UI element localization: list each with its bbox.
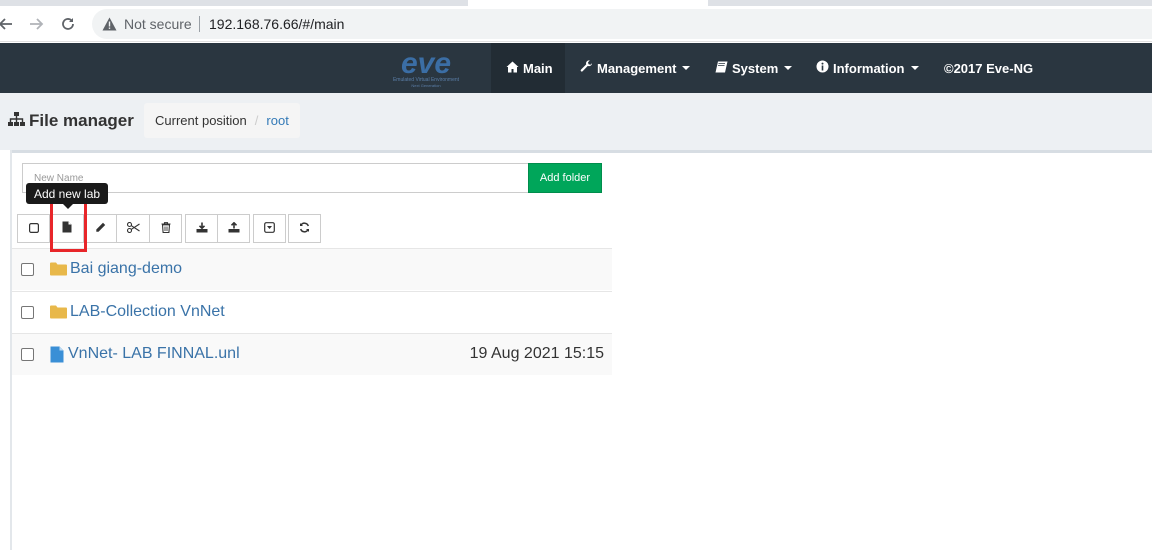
book-icon <box>715 61 732 76</box>
tooltip: Add new lab <box>26 183 109 209</box>
panel-top-border <box>10 150 1152 153</box>
caret-down-icon <box>682 66 691 70</box>
top-navbar: eve Emulated Virtual Environment Next Ge… <box>0 43 1152 93</box>
back-icon[interactable] <box>0 14 16 34</box>
nav-copyright[interactable]: ©2017 Eve-NG <box>944 43 1033 93</box>
home-icon <box>506 61 523 76</box>
nav-item-information[interactable]: Information <box>816 43 919 93</box>
browser-toolbar: Not secure 192.168.76.66/#/main <box>0 6 1152 42</box>
folder-name-link[interactable]: Bai giang-demo <box>70 260 182 278</box>
address-bar[interactable]: Not secure 192.168.76.66/#/main <box>92 9 1152 39</box>
url-text[interactable]: 192.168.76.66/#/main <box>209 16 344 32</box>
svg-text:eve: eve <box>401 47 451 80</box>
copyright-text: ©2017 Eve-NG <box>944 60 1034 76</box>
nav-item-label: System <box>732 60 779 76</box>
nav-item-main[interactable]: Main <box>506 43 553 93</box>
expand-button[interactable] <box>253 214 286 243</box>
row-checkbox[interactable] <box>21 263 34 276</box>
caret-down-icon <box>784 66 793 70</box>
checkbox-icon <box>28 220 39 238</box>
nav-item-system[interactable]: System <box>715 43 793 93</box>
reload-icon[interactable] <box>58 14 78 34</box>
caret-square-icon <box>264 220 275 238</box>
wrench-icon <box>580 60 597 76</box>
eve-logo[interactable]: eve Emulated Virtual Environment Next Ge… <box>378 47 474 89</box>
refresh-icon <box>299 220 310 238</box>
row-checkbox[interactable] <box>21 348 34 361</box>
pencil-icon <box>95 220 106 238</box>
page-title: File manager <box>8 111 134 131</box>
url-divider <box>199 16 200 32</box>
list-item-lab-file[interactable]: VnNet- LAB FINNAL.unl 19 Aug 2021 15:15 <box>12 333 612 375</box>
import-button[interactable] <box>217 214 250 243</box>
breadcrumb: Current position / root <box>144 103 300 138</box>
breadcrumb-label: Current position <box>155 113 247 128</box>
list-item-folder[interactable]: Bai giang-demo <box>12 248 612 290</box>
trash-icon <box>161 220 171 238</box>
page-header: File manager Current position / root <box>0 93 1152 150</box>
breadcrumb-separator: / <box>254 113 259 128</box>
scissors-icon <box>126 220 140 238</box>
warning-icon <box>102 17 117 36</box>
nav-item-label: Main <box>523 60 553 76</box>
download-icon <box>196 220 208 238</box>
list-item-folder[interactable]: LAB-Collection VnNet <box>12 291 612 333</box>
forward-icon[interactable] <box>26 14 46 34</box>
rename-button[interactable] <box>83 214 117 243</box>
nav-item-label: Information <box>833 60 905 76</box>
folder-icon <box>50 305 67 324</box>
move-button[interactable] <box>116 214 150 243</box>
info-circle-icon <box>816 60 833 76</box>
file-modified-date: 19 Aug 2021 15:15 <box>469 345 604 362</box>
caret-down-icon <box>910 66 919 70</box>
security-label: Not secure <box>124 16 192 32</box>
svg-text:Next Generation: Next Generation <box>411 83 440 88</box>
file-manager-panel: Add folder Add new lab <box>0 150 1152 550</box>
page-title-text: File manager <box>29 111 134 130</box>
folder-name-link[interactable]: LAB-Collection VnNet <box>70 303 225 321</box>
select-all-button[interactable] <box>17 214 50 243</box>
upload-icon <box>228 220 240 238</box>
sitemap-icon <box>8 111 29 131</box>
lab-file-link[interactable]: VnNet- LAB FINNAL.unl <box>68 345 240 363</box>
row-checkbox[interactable] <box>21 306 34 319</box>
export-button[interactable] <box>185 214 218 243</box>
add-folder-button[interactable]: Add folder <box>528 163 602 193</box>
delete-button[interactable] <box>149 214 182 243</box>
folder-icon <box>50 262 67 281</box>
refresh-button[interactable] <box>288 214 321 243</box>
nav-item-management[interactable]: Management <box>580 43 691 93</box>
nav-item-label: Management <box>597 60 677 76</box>
file-icon <box>50 346 64 368</box>
breadcrumb-root-link[interactable]: root <box>266 113 288 128</box>
